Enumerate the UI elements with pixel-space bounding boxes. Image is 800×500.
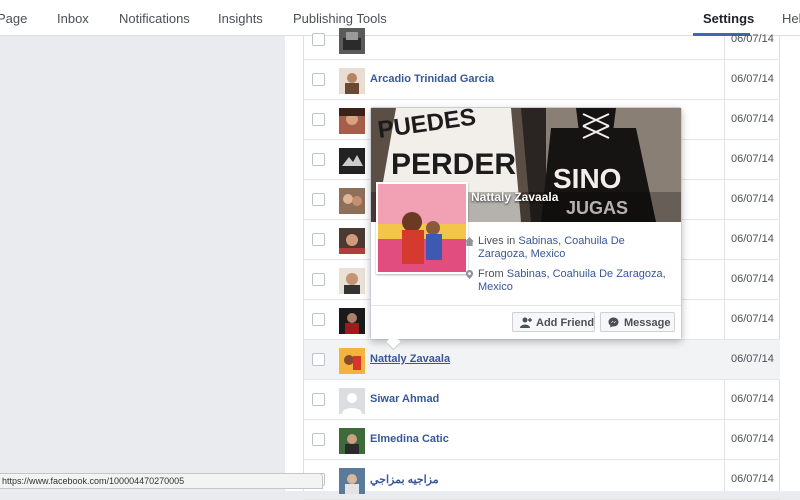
user-avatar[interactable] — [339, 68, 365, 94]
row-date: 06/07/14 — [731, 233, 774, 245]
nav-insights[interactable]: Insights — [218, 11, 263, 26]
svg-text:PERDER: PERDER — [391, 148, 516, 181]
row-date: 06/07/14 — [731, 393, 774, 405]
row-checkbox[interactable] — [312, 313, 325, 326]
user-name-link[interactable]: Nattaly Zavaala — [370, 353, 450, 365]
row-checkbox[interactable] — [312, 113, 325, 126]
user-name-link[interactable]: Arcadio Trinidad Garcia — [370, 73, 494, 85]
user-name-link[interactable]: Siwar Ahmad — [370, 393, 439, 405]
list-item: Siwar Ahmad 06/07/14 — [304, 380, 780, 420]
nav-page[interactable]: Page — [0, 11, 27, 26]
row-date: 06/07/14 — [731, 153, 774, 165]
row-checkbox[interactable] — [312, 193, 325, 206]
add-friend-icon — [520, 317, 532, 328]
user-avatar[interactable] — [339, 28, 365, 54]
user-name-link[interactable]: مزاجيه بمزاجي — [370, 473, 439, 486]
row-checkbox[interactable] — [312, 393, 325, 406]
nav-inbox[interactable]: Inbox — [57, 11, 89, 26]
home-icon — [465, 237, 474, 246]
profile-picture-art — [378, 184, 466, 272]
user-avatar[interactable] — [339, 188, 365, 214]
location-pin-icon — [465, 270, 474, 279]
add-friend-label: Add Friend — [536, 317, 595, 329]
row-date: 06/07/14 — [731, 273, 774, 285]
nav-help[interactable]: Help — [782, 11, 800, 26]
user-avatar[interactable] — [339, 308, 365, 334]
left-settings-column — [0, 36, 285, 491]
row-checkbox[interactable] — [312, 233, 325, 246]
message-button[interactable]: Message — [600, 312, 675, 332]
user-avatar[interactable] — [339, 468, 365, 494]
list-item: Elmedina Catic 06/07/14 — [304, 420, 780, 460]
status-bar-url: https://www.facebook.com/100004470270005 — [2, 476, 185, 486]
row-checkbox[interactable] — [312, 73, 325, 86]
from-label: From — [478, 268, 504, 280]
list-item: مزاجيه بمزاجي 06/07/14 — [304, 460, 780, 500]
svg-text:SINO: SINO — [553, 163, 621, 194]
hovercard-footer: Add Friend Message — [371, 305, 681, 339]
hovercard-name[interactable]: Nattaly Zavaala — [471, 190, 558, 204]
add-friend-button[interactable]: Add Friend — [512, 312, 595, 332]
list-item: Nattaly Zavaala 06/07/14 — [304, 340, 780, 380]
row-date: 06/07/14 — [731, 313, 774, 325]
nav-notifications[interactable]: Notifications — [119, 11, 190, 26]
user-avatar[interactable] — [339, 148, 365, 174]
user-name-link[interactable]: Elmedina Catic — [370, 433, 449, 445]
profile-picture[interactable] — [376, 182, 468, 274]
list-item: Arcadio Trinidad Garcia 06/07/14 — [304, 60, 780, 100]
lives-in-label: Lives in — [478, 235, 516, 247]
row-checkbox[interactable] — [312, 433, 325, 446]
browser-status-bar: https://www.facebook.com/100004470270005 — [0, 473, 323, 489]
row-checkbox[interactable] — [312, 353, 325, 366]
from-info: From Sabinas, Coahuila De Zaragoza, Mexi… — [465, 268, 668, 294]
from-place-link[interactable]: Sabinas, Coahuila De Zaragoza, Mexico — [478, 268, 666, 293]
messenger-icon — [608, 317, 619, 328]
row-checkbox[interactable] — [312, 153, 325, 166]
user-avatar[interactable] — [339, 428, 365, 454]
row-date: 06/07/14 — [731, 73, 774, 85]
user-avatar[interactable] — [339, 228, 365, 254]
row-date: 06/07/14 — [731, 473, 774, 485]
row-date: 06/07/14 — [731, 193, 774, 205]
row-date: 06/07/14 — [731, 353, 774, 365]
row-date: 06/07/14 — [731, 113, 774, 125]
user-avatar[interactable] — [339, 268, 365, 294]
row-date: 06/07/14 — [731, 33, 774, 45]
row-date: 06/07/14 — [731, 433, 774, 445]
list-item: 06/07/14 — [304, 20, 780, 60]
profile-hovercard: PUEDES PERDER SINO JUGAS Nattaly Zavaala… — [370, 107, 682, 351]
lives-in-info: Lives in Sabinas, Coahuila De Zaragoza, … — [465, 235, 668, 261]
user-avatar[interactable] — [339, 108, 365, 134]
message-label: Message — [624, 317, 671, 329]
user-avatar[interactable] — [339, 348, 365, 374]
row-checkbox[interactable] — [312, 33, 325, 46]
default-avatar-icon[interactable] — [339, 388, 365, 414]
row-checkbox[interactable] — [312, 273, 325, 286]
